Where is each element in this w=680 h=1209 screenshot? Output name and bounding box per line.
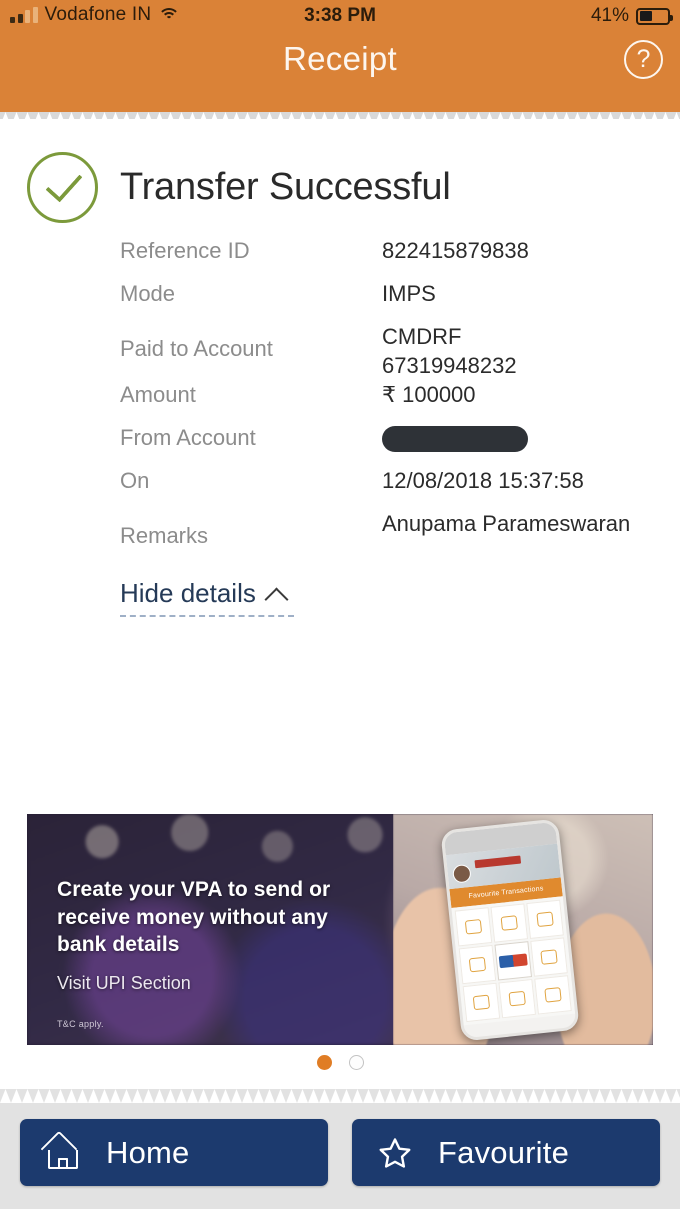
table-row: On 12/08/2018 15:37:58	[120, 466, 660, 509]
detail-value-remarks: Anupama Parameswaran	[382, 511, 631, 537]
transfer-status: Transfer Successful	[27, 152, 451, 223]
perforation-divider-top	[0, 112, 680, 126]
promo-banner[interactable]: Favourite Transactions Create your VPA t…	[27, 814, 653, 1045]
help-question-icon[interactable]: ?	[624, 40, 663, 79]
status-bar: Vodafone IN 3:38 PM 41%	[0, 0, 680, 34]
detail-label-remarks: Remarks	[120, 523, 209, 549]
detail-value-paid-to-account: CMDRF 67319948232	[382, 324, 517, 379]
battery-percent-label: 41%	[590, 5, 629, 26]
app-header: Vodafone IN 3:38 PM 41% Receipt ?	[0, 0, 680, 112]
detail-label-mode: Mode	[120, 281, 176, 306]
battery-icon	[636, 7, 673, 25]
table-row: Amount ₹ 100000	[120, 380, 660, 423]
banner-terms-label: T&C apply.	[57, 1019, 104, 1029]
detail-label-amount: Amount	[120, 382, 196, 408]
home-button-label: Home	[106, 1134, 190, 1170]
phone-mockup: Favourite Transactions	[440, 818, 580, 1042]
hide-details-label: Hide details	[120, 578, 256, 608]
bottom-nav-buttons: Home Favourite	[0, 1119, 680, 1186]
receipt-screen: Vodafone IN 3:38 PM 41% Receipt ? Transf…	[0, 0, 680, 1209]
table-row: From Account	[120, 423, 660, 466]
transfer-status-label: Transfer Successful	[120, 166, 451, 208]
table-row: Reference ID 822415879838	[120, 236, 660, 279]
detail-value-amount: ₹ 100000	[382, 382, 476, 408]
detail-label-reference-id: Reference ID	[120, 238, 250, 263]
bottom-nav-bar: Home Favourite	[0, 1103, 680, 1209]
home-icon	[20, 1130, 106, 1170]
transaction-details: Reference ID 822415879838 Mode IMPS Paid…	[120, 236, 660, 569]
favourite-button-label: Favourite	[438, 1134, 570, 1170]
chevron-up-icon	[266, 584, 286, 604]
banner-subline: Visit UPI Section	[57, 973, 191, 994]
home-button[interactable]: Home	[20, 1119, 328, 1186]
redacted-account-value	[382, 426, 528, 453]
detail-label-from-account: From Account	[120, 425, 256, 451]
banner-phone-photo: Favourite Transactions	[393, 814, 653, 1045]
banner-text-block: Create your VPA to send or receive money…	[57, 876, 367, 994]
check-circle-icon	[27, 152, 98, 223]
hide-details-toggle[interactable]: Hide details	[120, 578, 294, 617]
carousel-dot-inactive[interactable]	[348, 1055, 364, 1070]
carousel-dots	[0, 1055, 680, 1070]
favourite-button[interactable]: Favourite	[352, 1119, 660, 1186]
detail-value-mode: IMPS	[382, 281, 436, 306]
page-title: Receipt	[283, 40, 397, 77]
phone-app-grid	[451, 896, 576, 1026]
detail-value-on: 12/08/2018 15:37:58	[382, 468, 584, 494]
banner-headline: Create your VPA to send or receive money…	[57, 878, 331, 957]
carousel-dot-active[interactable]	[316, 1055, 332, 1070]
perforation-divider-bottom	[0, 1089, 680, 1103]
detail-label-on: On	[120, 468, 150, 494]
table-row: Paid to Account CMDRF 67319948232	[120, 322, 660, 380]
clock-label: 3:38 PM	[304, 5, 376, 26]
status-bar-right: 41%	[590, 5, 673, 27]
star-icon	[352, 1135, 438, 1171]
table-row: Remarks Anupama Parameswaran	[120, 509, 660, 569]
detail-value-reference-id: 822415879838	[382, 238, 529, 263]
detail-label-paid-to-account: Paid to Account	[120, 336, 273, 361]
table-row: Mode IMPS	[120, 279, 660, 322]
